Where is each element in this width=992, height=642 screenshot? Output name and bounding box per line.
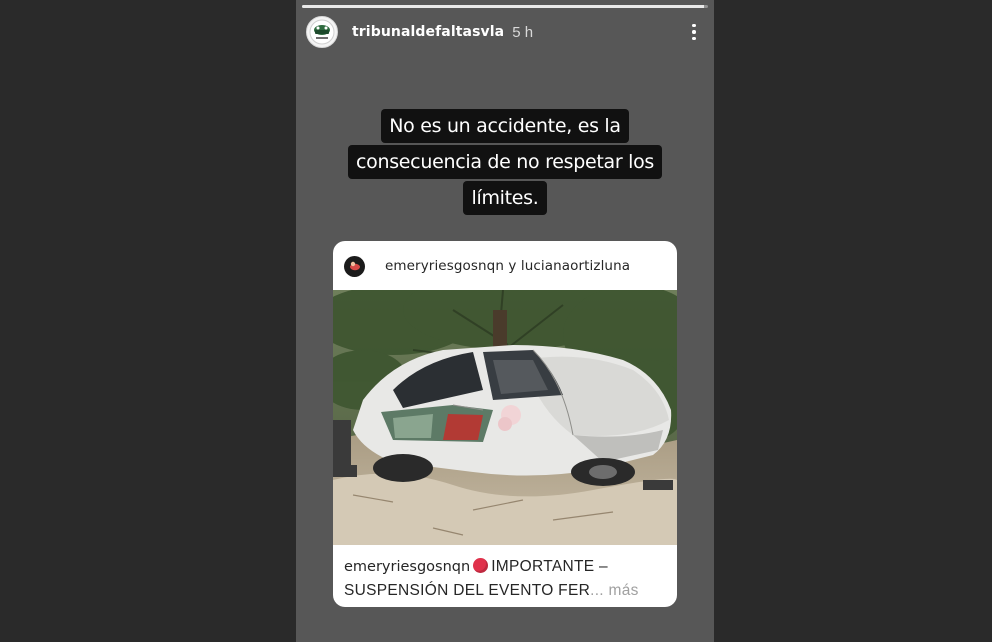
story-text-line: No es un accidente, es la	[381, 109, 629, 143]
shared-post-authors[interactable]: emeryriesgosnqn y lucianaortizluna	[385, 258, 630, 274]
story-header: tribunaldefaltasvla 5 h	[306, 16, 704, 48]
story-timestamp: 5 h	[512, 23, 534, 41]
red-circle-icon	[473, 558, 489, 573]
photo-crashed-white-car[interactable]	[333, 270, 677, 545]
profile-logo-icon[interactable]	[306, 16, 338, 48]
caption-handle[interactable]: emeryriesgosnqn	[344, 559, 470, 575]
caption-text-line1: IMPORTANTE –	[491, 558, 608, 575]
more-vertical-icon[interactable]	[684, 20, 704, 44]
shared-post-caption: emeryriesgosnqn IMPORTANTE – SUSPENSIÓN D…	[344, 555, 668, 602]
profile-avatar-icon	[344, 255, 365, 277]
story-viewer[interactable]: tribunaldefaltasvla 5 h No es un acciden…	[296, 0, 714, 642]
story-text-line: límites.	[463, 181, 547, 215]
screen: tribunaldefaltasvla 5 h No es un acciden…	[0, 0, 992, 642]
story-username[interactable]: tribunaldefaltasvla	[352, 24, 504, 40]
story-text-overlay: No es un accidente, es la consecuencia d…	[336, 108, 674, 216]
caption-text-line2: SUSPENSIÓN DEL EVENTO FER	[344, 582, 591, 599]
story-text-line: consecuencia de no respetar los	[347, 145, 662, 179]
caption-more-link[interactable]: más	[609, 582, 639, 599]
story-progress-fill	[302, 5, 704, 8]
shared-post-card[interactable]: emeryriesgosnqn y lucianaortizluna emery…	[333, 241, 677, 607]
shared-post-header: emeryriesgosnqn y lucianaortizluna	[333, 241, 677, 291]
story-progress-bar	[302, 5, 708, 8]
caption-ellipsis: ...	[590, 582, 604, 599]
